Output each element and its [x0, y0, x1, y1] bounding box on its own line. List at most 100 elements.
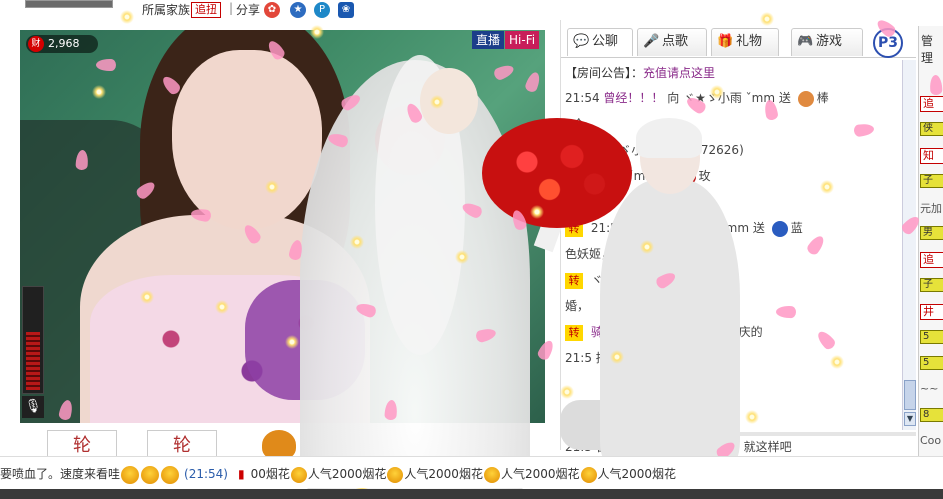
- member-badge: 5: [920, 356, 943, 370]
- gamepad-icon: 🎮: [797, 34, 814, 49]
- tab-game[interactable]: 🎮 游戏: [791, 28, 863, 56]
- paw-icon[interactable]: ❀: [338, 2, 354, 18]
- microphone-icon: 🎤: [643, 34, 660, 49]
- volume-meter[interactable]: [22, 286, 44, 394]
- member-tag[interactable]: 追: [920, 252, 943, 268]
- share-label: 分享: [236, 3, 261, 17]
- top-bar: 所属家族 追扭 | 分享 ✿ ★ P ❀: [0, 0, 560, 26]
- anchor-thumbnail[interactable]: [25, 0, 113, 8]
- member-text: ~~: [920, 382, 939, 395]
- message-forward-tag: 转: [565, 324, 583, 341]
- groom-figure: [600, 180, 740, 470]
- sparkle: [92, 85, 106, 99]
- sparkle: [310, 25, 324, 39]
- message-user[interactable]: 曾经！！！: [603, 91, 663, 105]
- message-text: 婚，: [565, 299, 590, 313]
- member-badge: 男: [920, 226, 943, 240]
- sparkle: [820, 180, 834, 194]
- ticker-repeat-text: 人气2000烟花: [597, 467, 677, 481]
- gift-item-icon: [797, 90, 814, 107]
- weibo-icon[interactable]: ✿: [264, 2, 280, 18]
- separator: |: [229, 1, 234, 15]
- groom-hair: [636, 118, 702, 158]
- live-tag: 直播: [472, 31, 505, 49]
- angry-emoji-icon: [141, 465, 160, 484]
- sparkle: [215, 300, 229, 314]
- wealth-icon: 财: [28, 36, 44, 52]
- member-badge: 8: [920, 408, 943, 422]
- anchor-face: [172, 50, 322, 230]
- message-time: 21:54: [565, 91, 600, 105]
- scroll-down-button[interactable]: ▼: [904, 412, 916, 426]
- ticker-time: (21:54): [184, 467, 228, 481]
- member-badge: 5: [920, 330, 943, 344]
- sparkle: [745, 410, 759, 424]
- chat-tabs: 💬 公聊 🎤 点歌 🎁 礼物 🎮 游戏 P3: [561, 24, 916, 58]
- volume-fill: [26, 331, 40, 390]
- member-tag[interactable]: 知: [920, 148, 943, 164]
- member-text: 元加: [920, 202, 942, 215]
- wealth-count: 2,968: [48, 37, 80, 50]
- member-tag[interactable]: 追: [920, 96, 943, 112]
- member-badge: 侠: [920, 122, 943, 136]
- microphone-icon[interactable]: 🎙: [22, 396, 44, 418]
- member-badge: 子: [920, 278, 943, 292]
- sleepy-emoji-icon: [483, 466, 500, 483]
- sparkle: [285, 335, 299, 349]
- follow-button[interactable]: 追扭: [191, 2, 221, 18]
- message-time: 21:5: [565, 351, 592, 365]
- manage-label[interactable]: 管理: [921, 32, 943, 66]
- ticker-line: 要喷血了。速度来看哇 (21:54) ▮ 00烟花 人气2000烟花 人气2000烟花 人气…: [0, 465, 676, 484]
- sleepy-emoji-icon: [387, 466, 404, 483]
- ticker-separator-icon: ▮: [237, 467, 245, 481]
- p-icon[interactable]: P: [314, 2, 330, 18]
- sparkle: [140, 290, 154, 304]
- room-announcement: 【房间公告】：充值请点这里: [565, 64, 715, 81]
- sparkle: [430, 95, 444, 109]
- petal: [96, 59, 116, 71]
- chat-bubble-icon: 💬: [573, 34, 590, 49]
- sparkle: [610, 350, 624, 364]
- clan-label: 所属家族: [142, 3, 191, 17]
- tab-label: 游戏: [816, 34, 843, 49]
- angry-emoji-icon: [161, 465, 180, 484]
- ticker-repeat-text: 人气2000烟花: [404, 467, 483, 481]
- wealth-badge: 财 2,968: [26, 35, 98, 53]
- member-badge: 子: [920, 174, 943, 188]
- gift-name: 棒: [816, 91, 829, 105]
- sparkle: [640, 240, 654, 254]
- rose-bouquet: [482, 118, 632, 228]
- sparkle: [760, 12, 774, 26]
- ticker-repeat-text: 人气2000烟花: [500, 467, 580, 481]
- sparkle: [710, 85, 724, 99]
- recharge-link[interactable]: 充值请点这里: [643, 66, 715, 80]
- sleepy-emoji-icon: [290, 466, 307, 483]
- scroll-thumb[interactable]: [904, 380, 916, 410]
- hifi-tag[interactable]: Hi-Fi: [505, 31, 540, 49]
- tab-label: 点歌: [662, 34, 689, 49]
- chat-scrollbar[interactable]: ▼: [902, 60, 916, 430]
- ticker-repeat-text: 人气2000烟花: [307, 467, 387, 481]
- gift-name: 蓝: [790, 221, 803, 235]
- chat-message: 21:54 曾经！！！ 向 ヾ★ゞ小雨 ˇmm 送 棒: [565, 88, 901, 108]
- ticker-repeats: 00烟花 人气2000烟花 人气2000烟花 人气2000烟花 人气2000烟花: [250, 466, 677, 483]
- chat-message: 1个: [565, 114, 901, 134]
- sparkle: [560, 385, 574, 399]
- angry-emoji-icon: [121, 465, 140, 484]
- tab-gift[interactable]: 🎁 礼物: [711, 28, 779, 56]
- star-icon[interactable]: ★: [290, 2, 306, 18]
- member-tag[interactable]: 井: [920, 304, 943, 320]
- tab-song-request[interactable]: 🎤 点歌: [637, 28, 707, 56]
- tab-label: 公聊: [592, 34, 619, 49]
- tab-public-chat[interactable]: 💬 公聊: [567, 28, 633, 56]
- ticker-fragment: 00烟花: [250, 467, 290, 481]
- ticker-lead-text: 要喷血了。速度来看哇: [0, 467, 121, 481]
- message-forward-tag: 转: [565, 272, 583, 289]
- bride-head: [420, 68, 478, 134]
- sparkle: [830, 355, 844, 369]
- sparkle: [350, 235, 364, 249]
- sparkle: [120, 10, 134, 24]
- tab-label: 礼物: [736, 34, 763, 49]
- sparkle: [455, 250, 469, 264]
- gift-ticker: 要喷血了。速度来看哇 (21:54) ▮ 00烟花 人气2000烟花 人气2000烟花 人气…: [0, 456, 943, 488]
